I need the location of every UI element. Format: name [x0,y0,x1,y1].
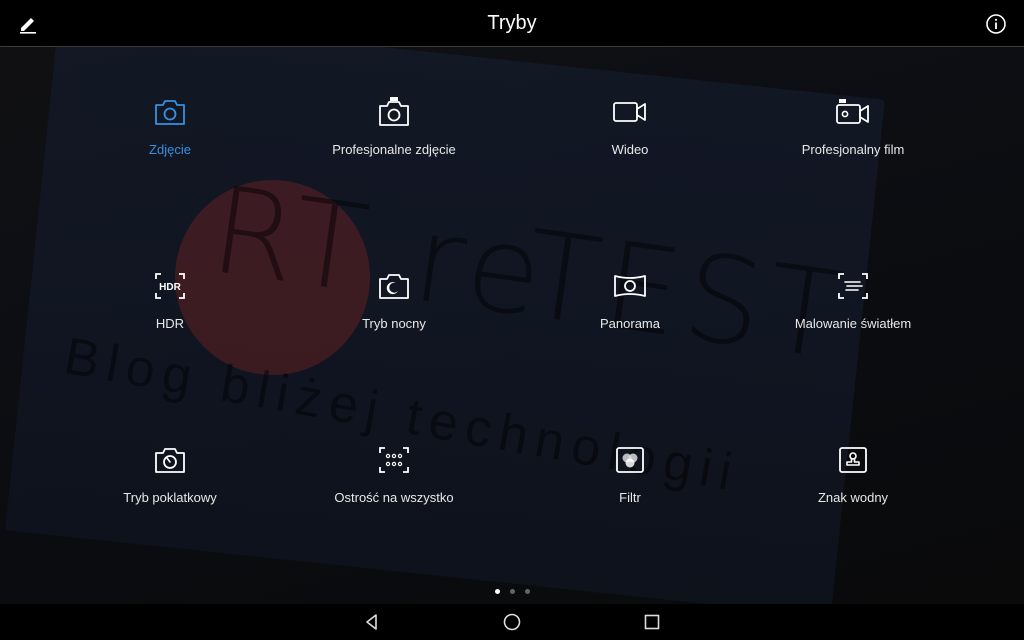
mode-hdr[interactable]: HDR HDR [60,268,280,331]
home-circle-icon [503,613,521,631]
mode-label: Profesjonalne zdjęcie [332,142,456,157]
info-button[interactable] [984,12,1008,36]
mode-night[interactable]: Tryb nocny [284,268,504,331]
watermark-icon [839,447,867,473]
mode-watermark[interactable]: Znak wodny [743,442,963,505]
mode-light-painting[interactable]: Malowanie światłem [743,268,963,331]
mode-label: Ostrość na wszystko [334,490,454,505]
mode-label: HDR [155,316,185,331]
mode-time-lapse[interactable]: Tryb poklatkowy [60,442,280,505]
mode-label: Panorama [600,316,660,331]
all-focus-icon [379,447,409,473]
header-bar: Tryby [0,0,1024,47]
pro-video-icon [836,99,869,124]
page-dot-2[interactable] [509,589,515,594]
panorama-icon [614,275,646,297]
mode-pro-photo[interactable]: Profesjonalne zdjęcie [284,94,504,157]
mode-label: Profesjonalny film [801,142,905,157]
mode-label: Wideo [611,142,649,157]
mode-label: Zdjęcie [149,142,191,157]
system-navigation-bar [0,604,1024,640]
hdr-icon: HDR [155,273,185,299]
page-dot-1[interactable] [494,589,500,594]
video-camera-icon [613,102,646,122]
mode-label: Filtr [619,490,641,505]
mode-label: Tryb poklatkowy [123,490,217,505]
light-painting-icon [838,273,868,299]
page-title: Tryby [487,11,537,34]
edit-button[interactable] [16,12,40,36]
page-dot-3[interactable] [524,589,530,594]
modes-grid: Zdjęcie Profesjonalne zdjęcie Wideo Prof… [0,46,1024,566]
mode-photo[interactable]: Zdjęcie [60,94,280,157]
mode-label: Znak wodny [817,490,889,505]
mode-pro-video[interactable]: Profesjonalny film [743,94,963,157]
mode-label: Malowanie światłem [794,316,912,331]
back-button[interactable] [358,608,386,636]
mode-panorama[interactable]: Panorama [520,268,740,331]
time-lapse-icon [155,448,185,473]
camera-icon [155,100,185,125]
svg-text:HDR: HDR [159,282,181,293]
info-icon [986,14,1006,34]
back-triangle-icon [366,614,377,630]
recents-square-icon [644,614,660,630]
recents-button[interactable] [638,608,666,636]
mode-video[interactable]: Wideo [520,94,740,157]
filter-icon [616,447,644,473]
pencil-icon [20,18,36,34]
home-button[interactable] [498,608,526,636]
page-indicator [0,589,1024,594]
camera-modes-screen: RT reTEST Blog bliżej technologii Tryby … [0,0,1024,640]
mode-all-focus[interactable]: Ostrość na wszystko [284,442,504,505]
mode-filter[interactable]: Filtr [520,442,740,505]
pro-camera-icon [379,97,409,126]
night-mode-icon [379,274,409,299]
mode-label: Tryb nocny [362,316,426,331]
